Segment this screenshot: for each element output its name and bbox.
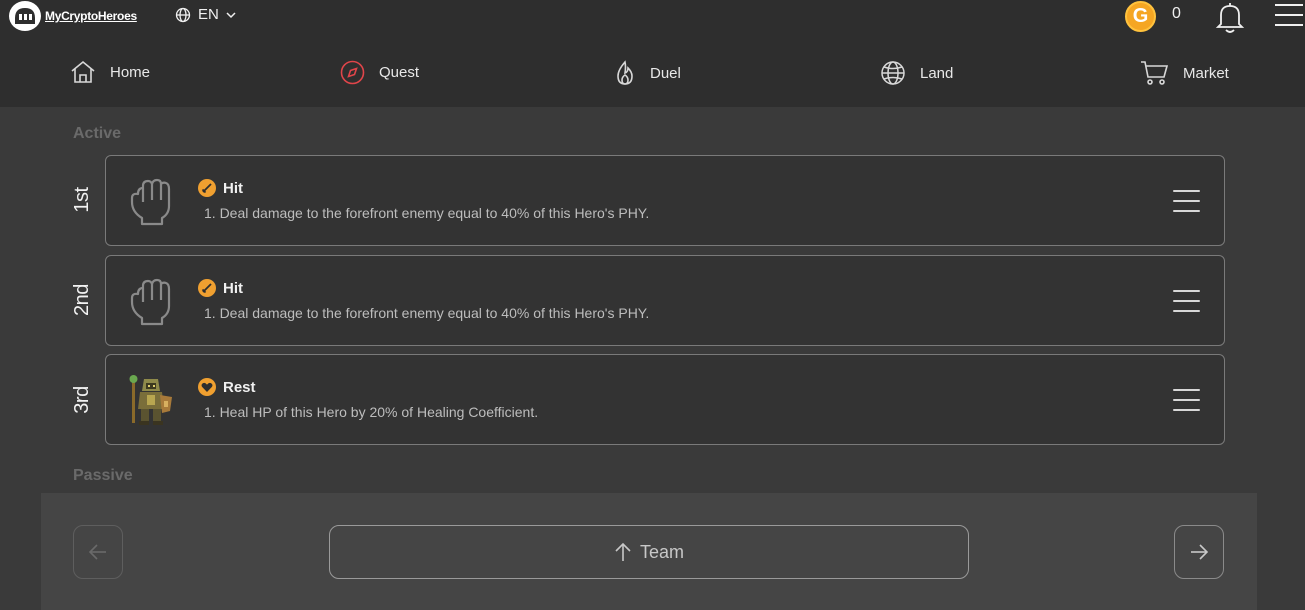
skill-card[interactable]: Hit 1. Deal damage to the forefront enem…	[105, 155, 1225, 246]
skill-title: Rest	[198, 378, 256, 396]
flame-icon	[617, 60, 633, 85]
language-label: EN	[198, 6, 219, 23]
skill-card[interactable]: Rest 1. Heal HP of this Hero by 20% of H…	[105, 354, 1225, 445]
gold-coin-icon: G	[1125, 1, 1156, 32]
fist-icon	[130, 178, 171, 226]
nav-duel[interactable]: Duel	[614, 60, 681, 86]
nav-quest[interactable]: Quest	[340, 60, 419, 85]
home-icon	[71, 60, 95, 83]
main-nav: Home Quest Duel Land Market	[0, 60, 1305, 96]
skill-name: Hit	[223, 179, 243, 197]
top-bar: MyCryptoHeroes EN G 0 Home Quest Duel La…	[0, 0, 1305, 107]
sword-icon	[198, 279, 216, 297]
team-button-label: Team	[639, 541, 684, 562]
nav-land[interactable]: Land	[880, 60, 953, 86]
previous-button[interactable]	[73, 525, 123, 579]
next-button[interactable]	[1174, 525, 1224, 579]
nav-market-label: Market	[1183, 64, 1229, 82]
skill-name: Hit	[223, 279, 243, 297]
arrow-left-icon	[88, 544, 106, 560]
cart-icon	[1141, 61, 1169, 85]
globe-icon	[175, 7, 191, 22]
skill-name: Rest	[223, 378, 256, 396]
nav-land-label: Land	[920, 64, 954, 82]
skill-rank: 2nd	[70, 284, 93, 316]
team-button[interactable]: Team	[329, 525, 969, 579]
logo-helmet-icon	[9, 1, 41, 31]
nav-market[interactable]: Market	[1140, 60, 1229, 86]
skill-description: 1. Heal HP of this Hero by 20% of Healin…	[204, 404, 539, 420]
nav-home-label: Home	[110, 63, 151, 81]
drag-handle-icon[interactable]	[1173, 389, 1200, 411]
coin-balance: 0	[1172, 5, 1181, 22]
drag-handle-icon[interactable]	[1173, 290, 1200, 312]
nav-quest-label: Quest	[379, 64, 420, 81]
skill-rank: 1st	[70, 187, 93, 213]
bottom-bar: Team	[41, 493, 1257, 610]
globe-icon	[881, 61, 905, 85]
heart-icon	[198, 378, 216, 396]
arrow-up-icon	[615, 542, 631, 561]
skill-card[interactable]: Hit 1. Deal damage to the forefront enem…	[105, 255, 1225, 346]
language-selector[interactable]: EN	[175, 6, 236, 23]
logo[interactable]: MyCryptoHeroes	[9, 1, 137, 31]
sword-icon	[198, 179, 216, 197]
skill-title: Hit	[198, 279, 243, 297]
skill-rank: 3rd	[70, 386, 93, 414]
drag-handle-icon[interactable]	[1173, 190, 1200, 212]
skill-description: 1. Deal damage to the forefront enemy eq…	[204, 205, 650, 221]
notification-bell-icon[interactable]	[1214, 0, 1246, 39]
compass-icon	[340, 60, 365, 85]
passive-section-label: Passive	[73, 467, 133, 484]
skill-title: Hit	[198, 179, 243, 197]
fist-icon	[130, 278, 171, 326]
hero-sprite	[129, 375, 172, 425]
skill-description: 1. Deal damage to the forefront enemy eq…	[204, 305, 650, 321]
active-section-label: Active	[73, 125, 122, 142]
logo-text: MyCryptoHeroes	[45, 9, 137, 23]
hamburger-menu-icon[interactable]	[1274, 3, 1304, 32]
arrow-right-icon	[1191, 544, 1209, 560]
chevron-down-icon	[226, 11, 236, 18]
nav-duel-label: Duel	[650, 64, 681, 82]
nav-home[interactable]: Home	[70, 60, 150, 84]
